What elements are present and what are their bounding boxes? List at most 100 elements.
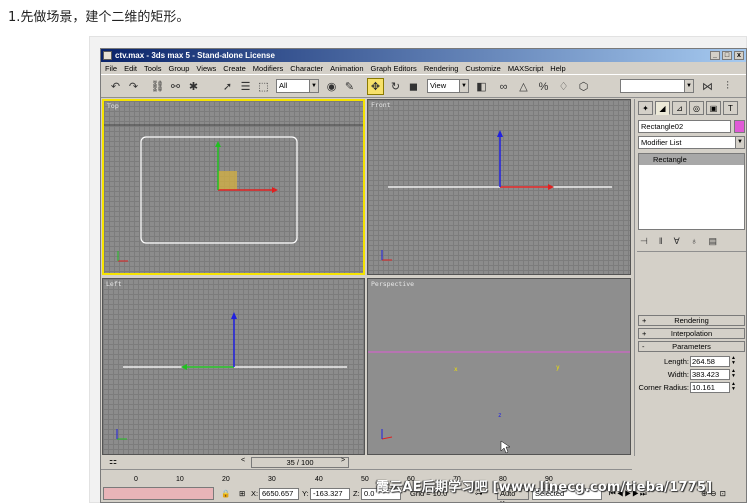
menu-rendering[interactable]: Rendering	[424, 64, 459, 73]
menu-help[interactable]: Help	[550, 64, 565, 73]
stack-item-rectangle[interactable]: Rectangle	[639, 154, 744, 165]
motion-tab-icon[interactable]: ◎	[689, 101, 704, 115]
angle-snap-icon[interactable]: △	[515, 78, 532, 95]
named-selection-icon[interactable]: ⬡	[575, 78, 592, 95]
rollout-label: Interpolation	[670, 329, 713, 338]
absolute-mode-icon[interactable]: ⊞	[239, 489, 245, 498]
width-field[interactable]: 383.423	[690, 369, 730, 380]
create-tab-icon[interactable]: ✦	[638, 101, 653, 115]
front-viewport[interactable]: Front	[367, 99, 631, 275]
selection-filter-dropdown[interactable]: All ▼	[276, 79, 319, 93]
track-view-icon[interactable]: ⚏	[109, 456, 117, 467]
select-by-name-icon[interactable]: ☰	[237, 78, 254, 95]
configure-sets-icon[interactable]: ▤	[708, 236, 717, 247]
param-length: Length: 264.58 ▲ ▼	[638, 356, 745, 368]
menu-edit[interactable]: Edit	[124, 64, 137, 73]
rollout-label: Rendering	[674, 316, 709, 325]
corner-radius-spinner[interactable]: ▲ ▼	[731, 382, 737, 393]
region-select-icon[interactable]: ⬚	[255, 78, 272, 95]
length-field[interactable]: 264.58	[690, 356, 730, 367]
modifier-list-dropdown[interactable]: Modifier List ▼	[638, 136, 745, 149]
modifier-list-label: Modifier List	[641, 138, 682, 147]
maxscript-listener[interactable]	[103, 487, 214, 500]
left-viewport[interactable]: Left	[102, 278, 365, 455]
x-label: X:	[251, 489, 259, 498]
chevron-down-icon: ▼	[459, 80, 468, 92]
align-icon[interactable]: ⫶	[719, 78, 736, 95]
object-name-field[interactable]: Rectangle02	[638, 120, 731, 133]
menu-tools[interactable]: Tools	[144, 64, 162, 73]
menu-character[interactable]: Character	[290, 64, 323, 73]
top-viewport[interactable]: Top	[102, 99, 365, 275]
time-prev-icon[interactable]: <	[241, 457, 245, 464]
time-slider-thumb[interactable]: 35 / 100	[251, 457, 349, 468]
rollout-toggle: -	[642, 342, 645, 351]
perspective-viewport[interactable]: Perspective x y z	[367, 278, 631, 455]
minimize-button[interactable]: _	[710, 51, 720, 60]
mirror-icon[interactable]: ⋈	[699, 78, 716, 95]
pivot-center-icon[interactable]: ◧	[473, 78, 490, 95]
menu-views[interactable]: Views	[196, 64, 216, 73]
utilities-tab-icon[interactable]: T	[723, 101, 738, 115]
mouse-cursor-icon	[500, 440, 511, 454]
display-tab-icon[interactable]: ▣	[706, 101, 721, 115]
remove-modifier-icon[interactable]: ♁	[691, 236, 698, 247]
select-rotate-icon[interactable]: ↻	[387, 78, 404, 95]
snap-toggle-icon[interactable]: ∞	[495, 78, 512, 95]
select-scale-icon[interactable]: ◼	[405, 78, 422, 95]
trackbar-tick: 10	[176, 476, 184, 483]
rollout-parameters[interactable]: - Parameters	[638, 341, 745, 352]
param-label: Corner Radius:	[638, 383, 689, 392]
menu-animation[interactable]: Animation	[330, 64, 363, 73]
window-controls: _ □ x	[710, 51, 744, 60]
menu-group[interactable]: Group	[169, 64, 190, 73]
y-label: Y:	[302, 489, 309, 498]
y-coordinate-field[interactable]: -163.327	[310, 488, 350, 500]
unlink-icon[interactable]: ⚯	[167, 78, 184, 95]
menu-maxscript[interactable]: MAXScript	[508, 64, 543, 73]
menu-create[interactable]: Create	[223, 64, 246, 73]
show-end-result-icon[interactable]: ‖	[659, 236, 663, 247]
width-spinner[interactable]: ▲ ▼	[731, 369, 737, 380]
menu-file[interactable]: File	[105, 64, 117, 73]
z-label: Z:	[353, 489, 360, 498]
menu-modifiers[interactable]: Modifiers	[253, 64, 283, 73]
trackbar-tick: 40	[315, 476, 323, 483]
link-icon[interactable]: ⛓	[149, 78, 166, 95]
modify-tab-icon[interactable]: ◢	[655, 101, 670, 115]
ref-coord-dropdown[interactable]: View ▼	[427, 79, 469, 93]
close-button[interactable]: x	[734, 51, 744, 60]
pin-stack-icon[interactable]: ⊣	[640, 236, 648, 247]
length-spinner[interactable]: ▲ ▼	[731, 356, 737, 367]
max-window: ctv.max - 3ds max 5 - Stand-alone Licens…	[100, 48, 747, 503]
spinner-snap-icon[interactable]: ♢	[555, 78, 572, 95]
object-color-swatch[interactable]	[734, 120, 745, 133]
redo-icon[interactable]: ↷	[125, 78, 142, 95]
percent-snap-icon[interactable]: %	[535, 78, 552, 95]
time-slider: ⚏ < 35 / 100 >	[101, 456, 632, 469]
axis-label-y: y	[556, 364, 560, 371]
menu-graph-editors[interactable]: Graph Editors	[371, 64, 417, 73]
rollout-label: Parameters	[672, 342, 711, 351]
pin-icon[interactable]: ✎	[341, 78, 358, 95]
rollout-rendering[interactable]: + Rendering	[638, 315, 745, 326]
select-arrow-icon[interactable]: ➚	[219, 78, 236, 95]
menu-customize[interactable]: Customize	[465, 64, 500, 73]
make-unique-icon[interactable]: ∀	[674, 236, 680, 247]
rollout-interpolation[interactable]: + Interpolation	[638, 328, 745, 339]
time-next-icon[interactable]: >	[341, 457, 345, 464]
corner-radius-field[interactable]: 10.161	[690, 382, 730, 393]
maximize-button[interactable]: □	[722, 51, 732, 60]
named-selection-dropdown[interactable]: ▼	[620, 79, 694, 93]
undo-icon[interactable]: ↶	[107, 78, 124, 95]
viewport-area: Top Front Left Perspective x y z	[101, 99, 632, 456]
axis-label-z: z	[498, 412, 502, 419]
bind-spacewarp-icon[interactable]: ✱	[185, 78, 202, 95]
front-viewport-scene	[381, 130, 612, 261]
perspective-viewport-scene: x y z	[368, 351, 630, 454]
select-by-color-icon[interactable]: ◉	[323, 78, 340, 95]
lock-icon[interactable]: 🔒	[221, 489, 230, 498]
x-coordinate-field[interactable]: 6650.657	[259, 488, 299, 500]
select-move-icon[interactable]: ✥	[367, 78, 384, 95]
hierarchy-tab-icon[interactable]: ⊿	[672, 101, 687, 115]
